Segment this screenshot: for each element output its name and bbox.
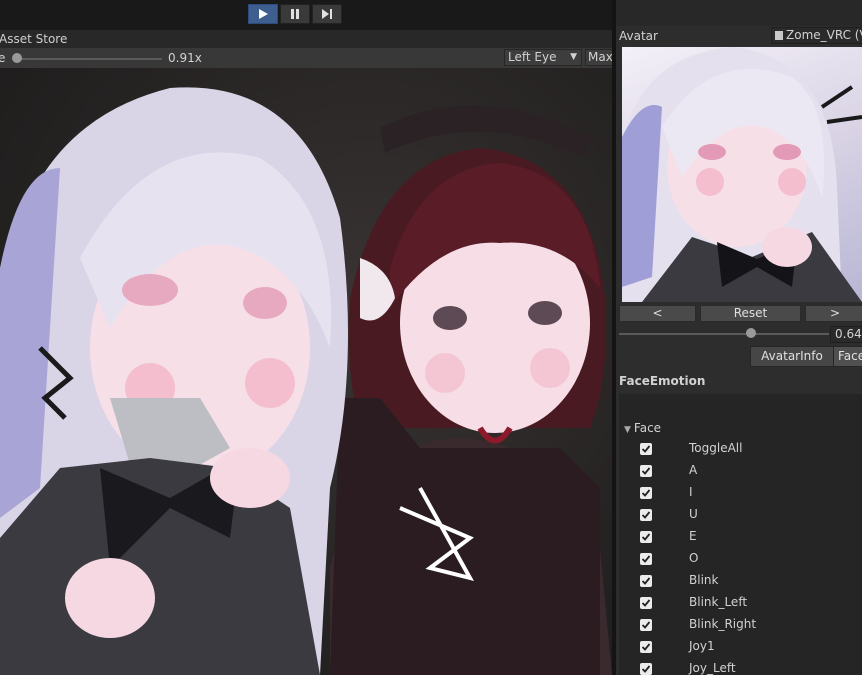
avatar-preview [622, 47, 862, 302]
blend-slider-track[interactable] [619, 333, 829, 335]
checkbox[interactable] [640, 443, 652, 455]
pause-button[interactable] [280, 4, 310, 24]
play-button[interactable] [248, 4, 278, 24]
blend-slider-handle[interactable] [746, 328, 756, 338]
checkbox[interactable] [640, 663, 652, 675]
avatar-label: Avatar [619, 29, 658, 43]
emotion-list [619, 394, 862, 675]
scene-tab-bar: Asset Store [0, 30, 612, 48]
checkbox[interactable] [640, 531, 652, 543]
avatar-field-value: Zome_VRC (V [786, 28, 862, 42]
file-icon [775, 31, 783, 40]
prev-button[interactable]: < [619, 305, 696, 322]
check-icon [641, 467, 651, 475]
eye-dropdown-value: Left Eye [508, 50, 557, 64]
step-icon [322, 9, 332, 19]
blend-value-field[interactable]: 0.64 [830, 326, 862, 343]
play-icon [259, 9, 268, 19]
zoom-value: 0.91x [168, 51, 202, 65]
inspector-header [616, 0, 862, 26]
list-item-label: Blink_Right [689, 617, 757, 631]
list-item-label: Joy1 [689, 639, 715, 653]
check-icon [641, 643, 651, 651]
tab-avatarinfo[interactable]: AvatarInfo [750, 346, 834, 367]
list-item-label: O [689, 551, 699, 565]
checkbox[interactable] [640, 509, 652, 521]
scene-viewport[interactable] [0, 68, 612, 675]
list-item-label: I [689, 485, 693, 499]
tab-asset-store[interactable]: Asset Store [0, 32, 67, 46]
check-icon [641, 533, 651, 541]
step-button[interactable] [312, 4, 342, 24]
reset-button[interactable]: Reset [700, 305, 801, 322]
checkbox[interactable] [640, 465, 652, 477]
section-title: FaceEmotion [619, 374, 706, 388]
checkbox[interactable] [640, 597, 652, 609]
check-icon [641, 445, 651, 453]
list-item-label: Blink_Left [689, 595, 748, 609]
zoom-slider-track[interactable] [14, 58, 162, 60]
dropdown-arrow-icon: ▼ [570, 52, 577, 62]
list-item-label: ToggleAll [689, 441, 743, 455]
face-foldout[interactable]: ▼ Face [624, 421, 661, 435]
check-icon [641, 621, 651, 629]
face-foldout-label: Face [633, 421, 662, 435]
checkbox[interactable] [640, 619, 652, 631]
checkbox[interactable] [640, 487, 652, 499]
check-icon [641, 555, 651, 563]
checkbox[interactable] [640, 641, 652, 653]
checkbox[interactable] [640, 553, 652, 565]
foldout-arrow-icon: ▼ [624, 425, 631, 435]
pause-icon [291, 9, 299, 19]
zoom-label: e [0, 51, 6, 65]
avatar-preview-image [622, 47, 862, 302]
list-item-label: A [689, 463, 698, 477]
list-item-label: Joy_Left [689, 661, 736, 675]
list-item-label: U [689, 507, 698, 521]
check-icon [641, 599, 651, 607]
list-item-label: Blink [689, 573, 719, 587]
next-button[interactable]: > [805, 305, 862, 322]
scene-toolbar: e 0.91x Left Eye ▼ Maxi [0, 48, 625, 69]
scene-render-image [0, 87, 612, 675]
inspector-panel: Avatar Zome_VRC (V < Reset > 0.64 Avatar… [616, 0, 862, 675]
check-icon [641, 489, 651, 497]
list-item-label: E [689, 529, 697, 543]
zoom-slider-handle[interactable] [12, 53, 22, 63]
play-toolbar [0, 0, 612, 30]
checkbox[interactable] [640, 575, 652, 587]
tab-face[interactable]: Face [833, 346, 862, 367]
eye-dropdown[interactable]: Left Eye ▼ [504, 49, 582, 66]
check-icon [641, 511, 651, 519]
check-icon [641, 577, 651, 585]
check-icon [641, 665, 651, 673]
avatar-object-field[interactable]: Zome_VRC (V [771, 27, 862, 44]
